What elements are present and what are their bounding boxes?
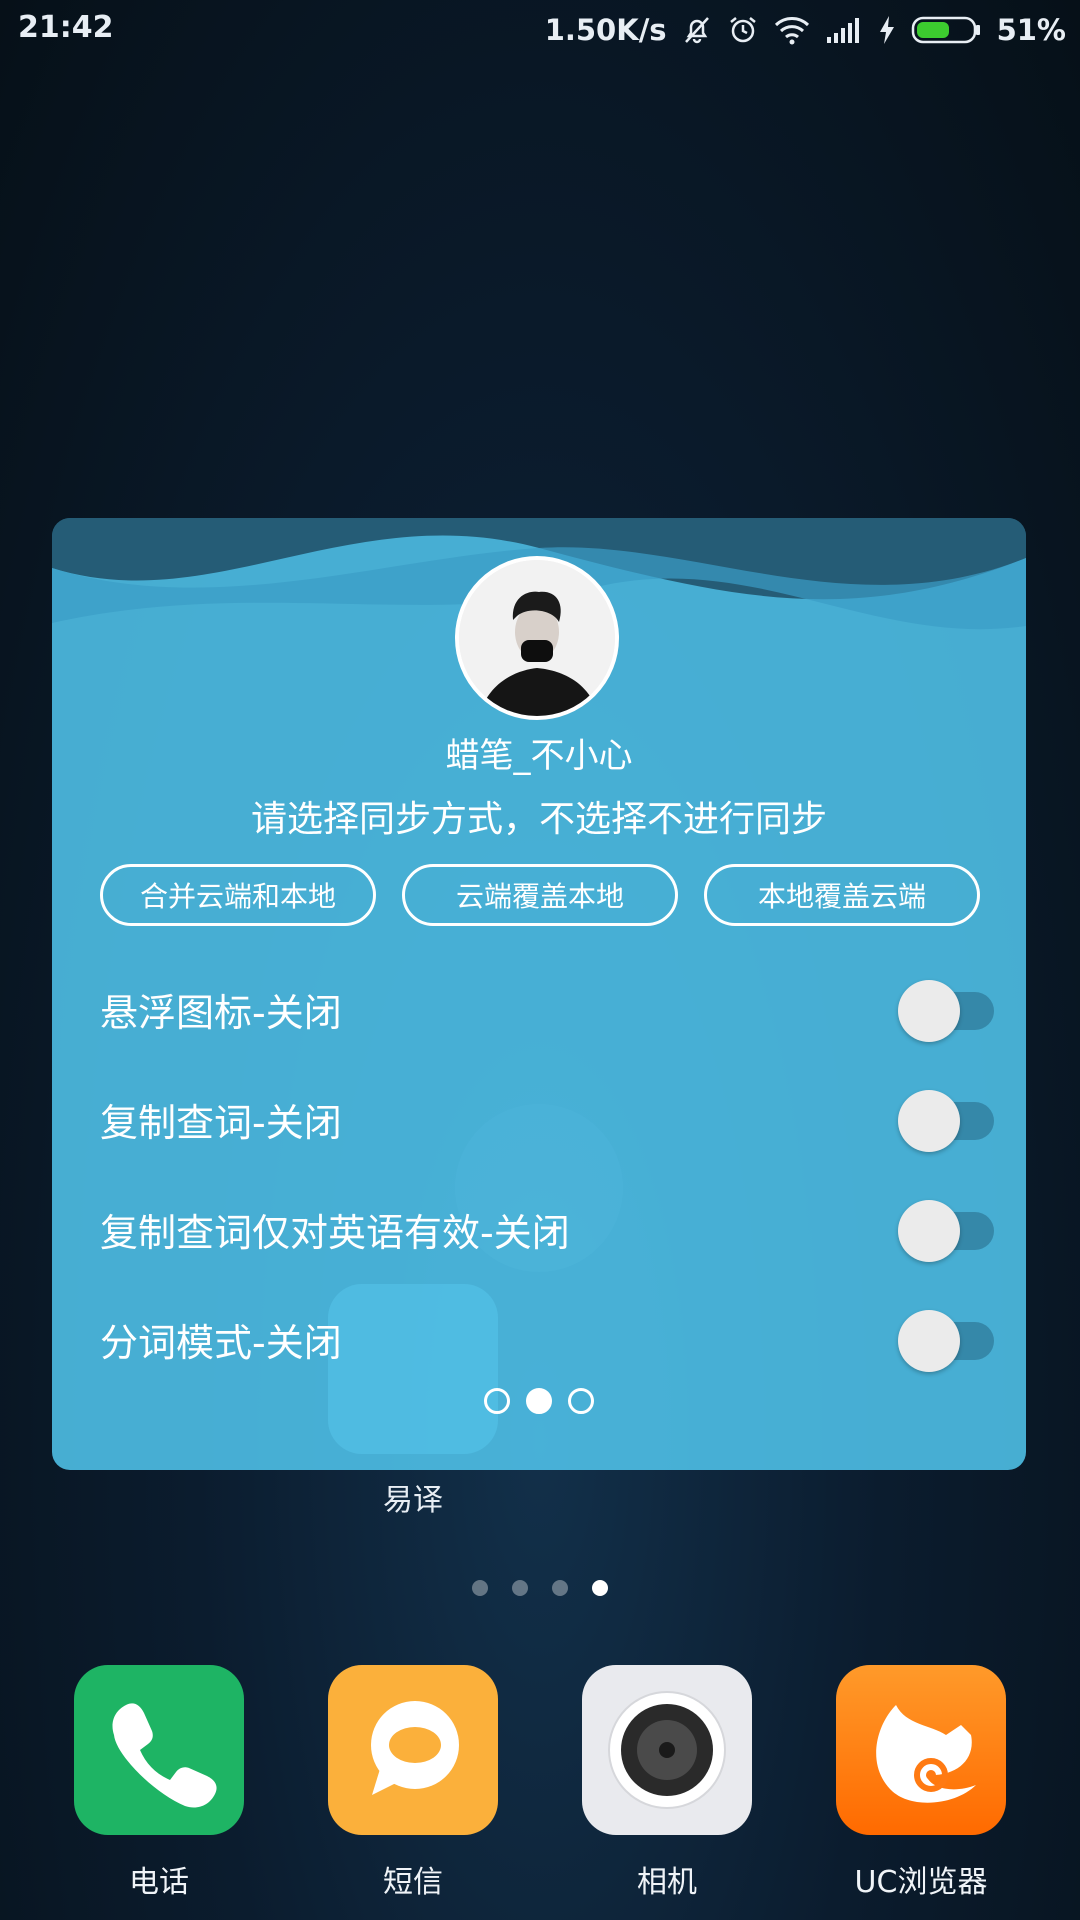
setting-label: 悬浮图标-关闭 bbox=[100, 991, 342, 1035]
home-page-indicator bbox=[0, 1580, 1080, 1596]
sync-merge-button[interactable]: 合并云端和本地 bbox=[100, 864, 376, 926]
setting-label: 复制查词-关闭 bbox=[100, 1101, 342, 1145]
page-dot[interactable] bbox=[568, 1388, 594, 1414]
dock-label: UC浏览器 bbox=[854, 1865, 988, 1900]
setting-copy-lookup-english: 复制查词仅对英语有效-关闭 bbox=[100, 1190, 1000, 1270]
status-time: 21:42 bbox=[18, 10, 114, 45]
status-bar: 21:42 1.50K/s 51% bbox=[0, 0, 1080, 62]
user-avatar[interactable] bbox=[455, 556, 619, 720]
dock-uc-browser[interactable]: UC浏览器 bbox=[836, 1665, 1006, 1901]
dock-label: 电话 bbox=[129, 1865, 189, 1900]
phone-icon[interactable] bbox=[74, 1665, 244, 1835]
dock-messages[interactable]: 短信 bbox=[328, 1665, 498, 1901]
camera-icon[interactable] bbox=[582, 1665, 752, 1835]
word-segmentation-toggle[interactable] bbox=[898, 1310, 998, 1372]
home-page-dot-active bbox=[592, 1580, 608, 1596]
message-icon[interactable] bbox=[328, 1665, 498, 1835]
setting-copy-lookup: 复制查词-关闭 bbox=[100, 1080, 1000, 1160]
sync-options: 合并云端和本地 云端覆盖本地 本地覆盖云端 bbox=[100, 864, 980, 926]
sync-prompt: 请选择同步方式，不选择不进行同步 bbox=[250, 799, 827, 840]
setting-word-segmentation: 分词模式-关闭 bbox=[100, 1300, 1000, 1380]
dock-phone[interactable]: 电话 bbox=[74, 1665, 244, 1901]
page-dot-active[interactable] bbox=[526, 1388, 552, 1414]
sync-local-overwrite-button[interactable]: 本地覆盖云端 bbox=[704, 864, 980, 926]
status-icons: 1.50K/s 51% bbox=[545, 10, 1066, 50]
charging-icon bbox=[877, 14, 897, 46]
home-page-dot bbox=[512, 1580, 528, 1596]
setting-floating-icon: 悬浮图标-关闭 bbox=[100, 970, 1000, 1050]
settings-widget: 蜡笔_不小心 请选择同步方式，不选择不进行同步 合并云端和本地 云端覆盖本地 本… bbox=[52, 518, 1026, 1470]
page-dot[interactable] bbox=[484, 1388, 510, 1414]
widget-page-indicator bbox=[52, 1388, 1026, 1414]
uc-browser-icon[interactable] bbox=[836, 1665, 1006, 1835]
copy-lookup-english-toggle[interactable] bbox=[898, 1200, 998, 1262]
dock-label: 短信 bbox=[383, 1865, 443, 1900]
setting-label: 分词模式-关闭 bbox=[100, 1321, 342, 1365]
alarm-icon bbox=[727, 14, 759, 46]
battery-percent: 51% bbox=[996, 13, 1066, 47]
home-page-dot bbox=[552, 1580, 568, 1596]
dock-label: 相机 bbox=[637, 1865, 697, 1900]
net-speed: 1.50K/s bbox=[544, 13, 667, 47]
floating-icon-toggle[interactable] bbox=[898, 980, 998, 1042]
copy-lookup-toggle[interactable] bbox=[898, 1090, 998, 1152]
mute-bell-icon bbox=[681, 14, 713, 46]
setting-label: 复制查词仅对英语有效-关闭 bbox=[100, 1211, 570, 1255]
signal-icon bbox=[825, 15, 863, 45]
battery-icon bbox=[911, 14, 983, 46]
wifi-icon bbox=[773, 15, 811, 45]
sync-cloud-overwrite-button[interactable]: 云端覆盖本地 bbox=[402, 864, 678, 926]
username: 蜡笔_不小心 bbox=[445, 736, 633, 776]
dock-camera[interactable]: 相机 bbox=[582, 1665, 752, 1901]
yiyi-app-label: 易译 bbox=[383, 1483, 443, 1518]
home-page-dot bbox=[472, 1580, 488, 1596]
